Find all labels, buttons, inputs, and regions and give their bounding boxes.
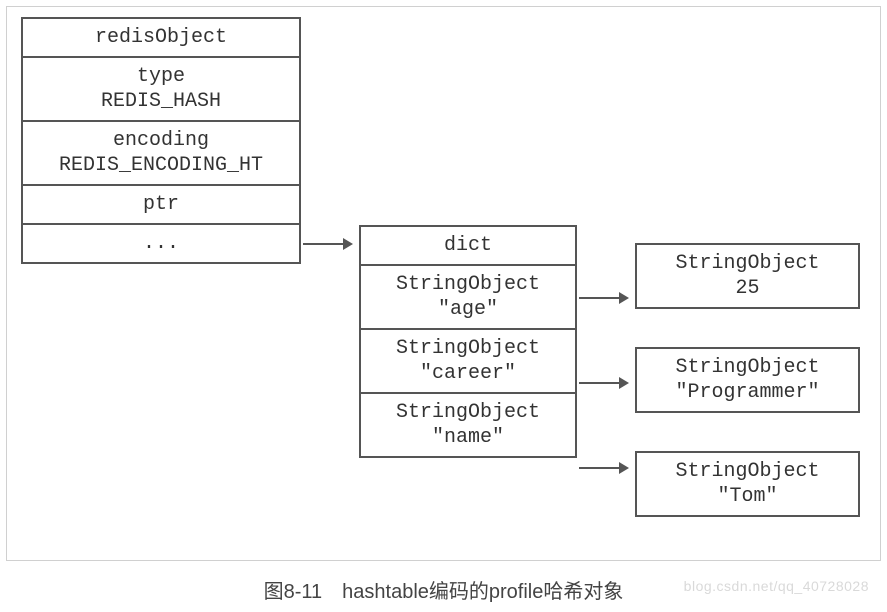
arrow-career-to-value <box>579 382 627 384</box>
watermark-text: blog.csdn.net/qq_40728028 <box>684 578 869 594</box>
arrow-name-to-value <box>579 467 627 469</box>
dict-entry-age: StringObject "age" <box>361 266 575 330</box>
arrow-ptr-to-dict <box>303 243 351 245</box>
value-box-age: StringObject 25 <box>635 243 860 309</box>
redis-object-more: ... <box>23 225 299 262</box>
dict-box: dict StringObject "age" StringObject "ca… <box>359 225 577 458</box>
arrow-age-to-value <box>579 297 627 299</box>
value-age: StringObject 25 <box>637 245 858 307</box>
dict-entry-career: StringObject "career" <box>361 330 575 394</box>
redis-object-box: redisObject type REDIS_HASH encoding RED… <box>21 17 301 264</box>
redis-object-title: redisObject <box>23 19 299 58</box>
redis-object-ptr: ptr <box>23 186 299 225</box>
redis-object-type: type REDIS_HASH <box>23 58 299 122</box>
redis-object-encoding: encoding REDIS_ENCODING_HT <box>23 122 299 186</box>
dict-title: dict <box>361 227 575 266</box>
value-name: StringObject "Tom" <box>637 453 858 515</box>
value-box-name: StringObject "Tom" <box>635 451 860 517</box>
diagram-canvas: redisObject type REDIS_HASH encoding RED… <box>6 6 881 561</box>
dict-entry-name: StringObject "name" <box>361 394 575 456</box>
value-career: StringObject "Programmer" <box>637 349 858 411</box>
value-box-career: StringObject "Programmer" <box>635 347 860 413</box>
